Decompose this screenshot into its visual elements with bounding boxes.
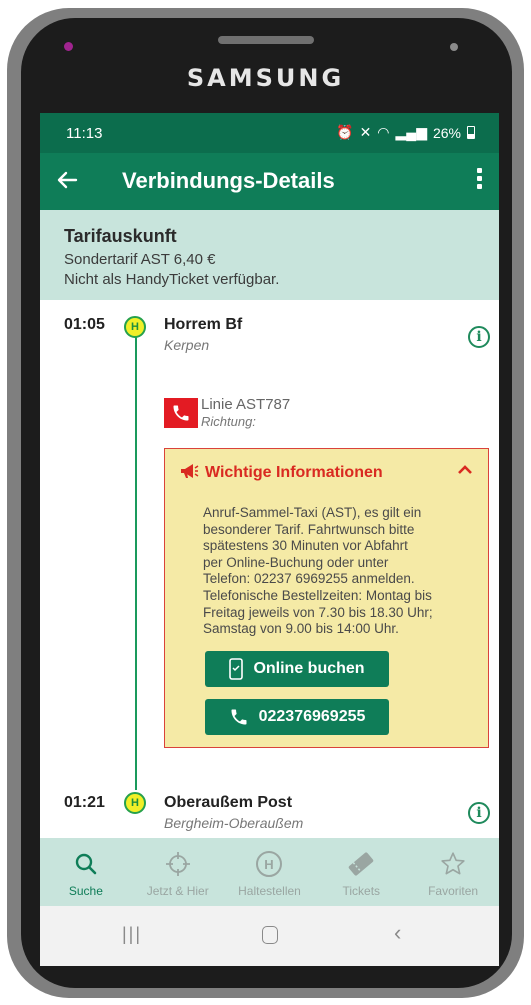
info-icon[interactable]: i bbox=[468, 326, 490, 348]
device-brand: SAMSUNG bbox=[186, 64, 345, 92]
battery-icon bbox=[467, 126, 475, 139]
tarif-title: Tarifauskunft bbox=[64, 226, 177, 246]
stop-icon: H bbox=[224, 850, 316, 878]
important-info-box: Wichtige Informationen Anruf-Sammel-Taxi… bbox=[164, 448, 489, 748]
nav-stops[interactable]: H Haltestellen bbox=[224, 838, 316, 906]
search-icon bbox=[40, 850, 132, 878]
screen: 11:13 ⏰ ✕ ◠ ▂▄▆ 26% Verbindungs-Details … bbox=[40, 113, 499, 966]
nav-label: Haltestellen bbox=[238, 884, 301, 898]
online-booking-label: Online buchen bbox=[253, 660, 365, 677]
camera-dot bbox=[64, 42, 73, 51]
smartphone-icon bbox=[229, 658, 244, 680]
battery-percent: 26% bbox=[432, 124, 461, 141]
info-header[interactable]: Wichtige Informationen bbox=[179, 463, 383, 482]
phone-taxi-icon bbox=[164, 398, 198, 428]
system-back-icon[interactable]: ‹ bbox=[394, 920, 401, 946]
call-phone-label: 022376969255 bbox=[258, 708, 366, 725]
info-icon[interactable]: i bbox=[468, 802, 490, 824]
system-navigation-bar: ||| ‹ bbox=[40, 906, 499, 966]
bus-stop-icon: H bbox=[124, 316, 146, 338]
line-name: Linie AST787 bbox=[201, 396, 291, 413]
home-icon[interactable] bbox=[262, 926, 278, 944]
nav-search[interactable]: Suche bbox=[40, 838, 132, 906]
info-text-line: Anruf-Sammel-Taxi (AST), es gilt ein bbox=[203, 505, 422, 520]
info-title: Wichtige Informationen bbox=[205, 464, 383, 481]
nav-label: Tickets bbox=[342, 884, 381, 898]
status-time: 11:13 bbox=[66, 125, 103, 142]
tarif-note: Nicht als HandyTicket verfügbar. bbox=[64, 271, 280, 288]
nav-label: Jetzt & Hier bbox=[146, 884, 209, 898]
back-arrow-icon[interactable] bbox=[56, 163, 90, 197]
signal-icon: ▂▄▆ bbox=[395, 124, 427, 140]
alarm-icon: ⏰ bbox=[336, 124, 354, 140]
phone-icon bbox=[231, 709, 247, 725]
megaphone-icon bbox=[179, 463, 199, 479]
nav-tickets[interactable]: Tickets bbox=[315, 838, 407, 906]
stop-locality: Kerpen bbox=[164, 337, 210, 353]
bus-stop-icon: H bbox=[124, 792, 146, 814]
status-icons: ⏰ ✕ ◠ ▂▄▆ 26% bbox=[336, 124, 475, 141]
info-text-line: Samstag von 9.00 bis 14:00 Uhr. bbox=[203, 621, 399, 637]
info-text-line: Telefon: 02237 6969255 anmelden. bbox=[203, 571, 415, 587]
star-icon bbox=[407, 850, 499, 878]
info-text-line: spätestens 30 Minuten vor Abfahrt bbox=[203, 538, 408, 554]
nav-label: Suche bbox=[68, 884, 103, 898]
crosshair-icon bbox=[132, 850, 224, 878]
mute-icon: ✕ bbox=[359, 124, 372, 140]
info-text-line: Telefonische Bestellzeiten: Montag bis bbox=[203, 587, 432, 603]
route-line bbox=[135, 332, 137, 790]
nav-label: Favoriten bbox=[428, 884, 479, 898]
chevron-up-icon[interactable] bbox=[456, 463, 474, 477]
app-bar: Verbindungs-Details bbox=[40, 153, 499, 210]
arrival-time: 01:21 bbox=[64, 794, 105, 811]
tarif-panel: Tarifauskunft Sondertarif AST 6,40 € Nic… bbox=[40, 210, 499, 300]
speaker-grille bbox=[218, 36, 314, 44]
nav-nearby[interactable]: Jetzt & Hier bbox=[132, 838, 224, 906]
departure-time: 01:05 bbox=[64, 316, 105, 333]
recent-apps-icon[interactable]: ||| bbox=[122, 924, 142, 945]
info-text-line: per Online-Buchung oder unter bbox=[203, 554, 389, 570]
call-phone-button[interactable]: 022376969255 bbox=[205, 699, 389, 735]
tarif-price: Sondertarif AST 6,40 € bbox=[64, 251, 216, 268]
bottom-navigation: Suche Jetzt & Hier H Haltestellen Ticket… bbox=[40, 838, 499, 906]
page-title: Verbindungs-Details bbox=[122, 168, 335, 193]
online-booking-button[interactable]: Online buchen bbox=[205, 651, 389, 687]
status-bar: 11:13 ⏰ ✕ ◠ ▂▄▆ 26% bbox=[40, 113, 499, 153]
connection-timeline: 01:05 H Horrem Bf Kerpen i Linie AST787 … bbox=[40, 300, 499, 838]
nav-favorites[interactable]: Favoriten bbox=[407, 838, 499, 906]
line-direction: Richtung: bbox=[201, 414, 256, 429]
info-text: Anruf-Sammel-Taxi (AST), es gilt ein bes… bbox=[203, 505, 485, 638]
stop-locality: Bergheim-Oberaußem bbox=[164, 815, 304, 831]
ticket-icon bbox=[315, 850, 407, 878]
stop-name: Oberaußem Post bbox=[164, 794, 293, 811]
wifi-icon: ◠ bbox=[377, 124, 390, 140]
info-text-line: besonderer Tarif. Fahrtwunsch bitte bbox=[203, 521, 415, 537]
stop-name: Horrem Bf bbox=[164, 316, 243, 333]
sensor-dot bbox=[450, 43, 458, 51]
more-menu-icon[interactable] bbox=[471, 165, 487, 197]
info-text-line: Freitag jeweils von 7.30 bis 18.30 Uhr; bbox=[203, 604, 433, 620]
svg-text:H: H bbox=[265, 857, 274, 872]
